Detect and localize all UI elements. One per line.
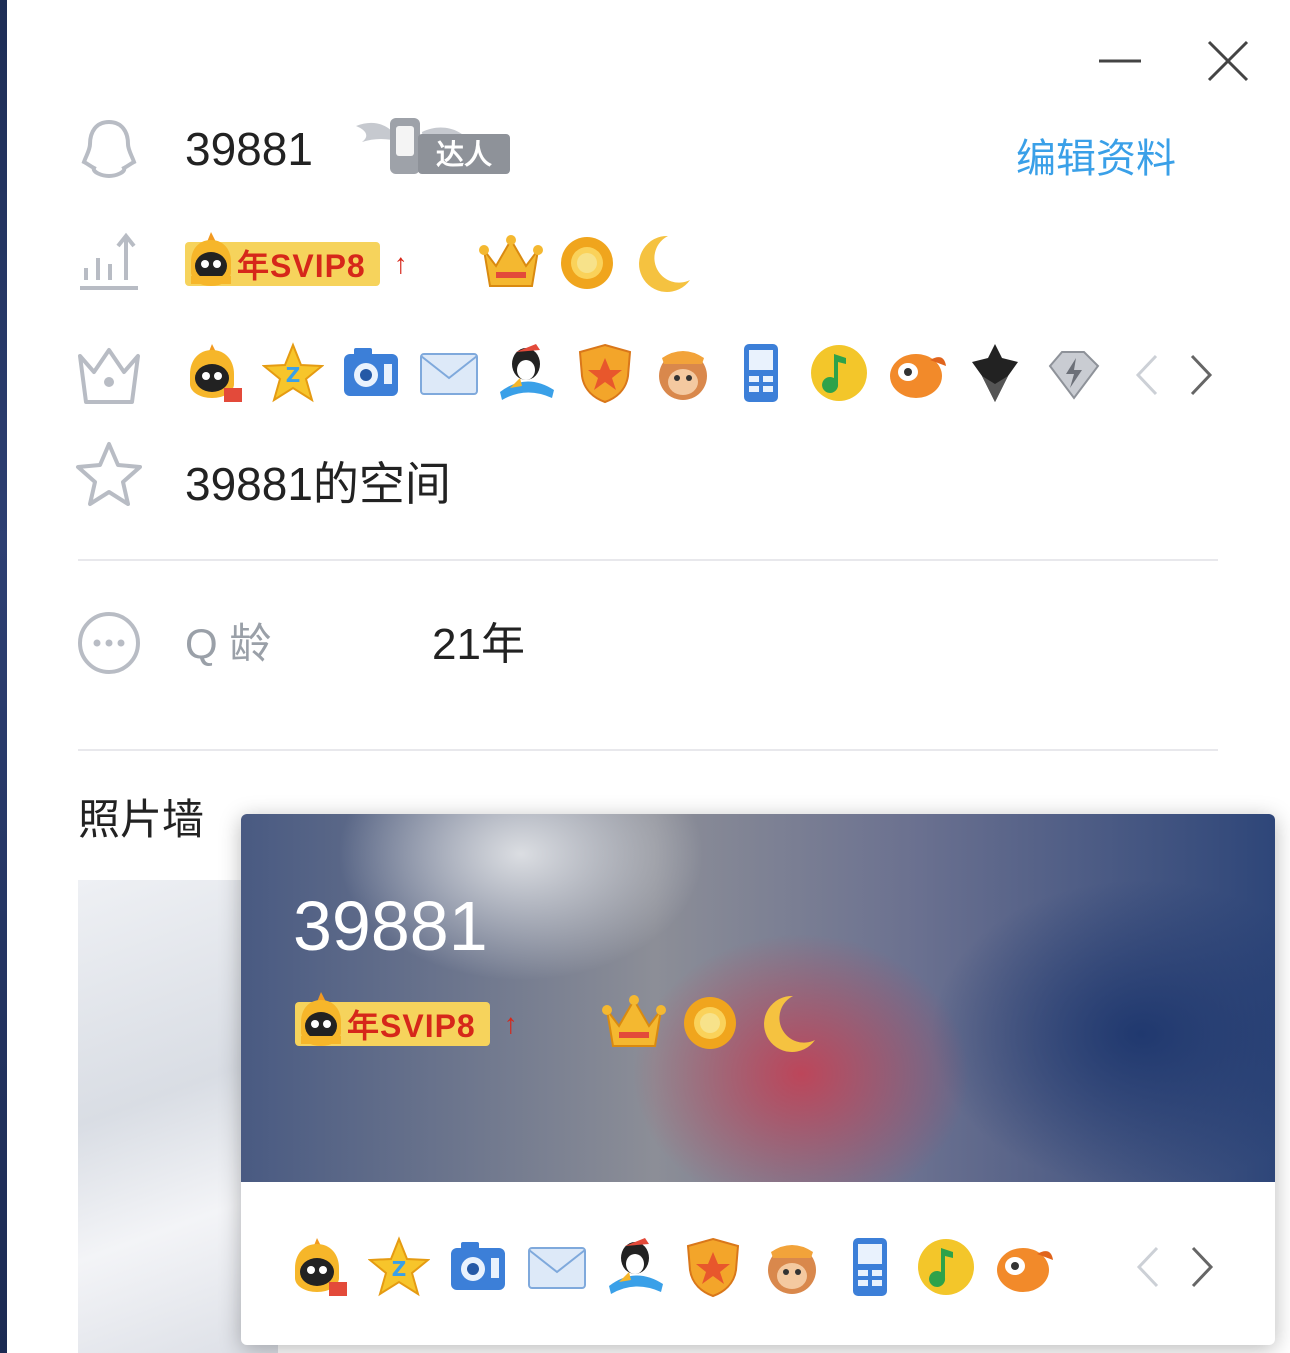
card-music-icon[interactable]: [915, 1236, 977, 1298]
card-mail-icon[interactable]: [526, 1236, 588, 1298]
camera-icon[interactable]: [340, 342, 402, 404]
services-prev-button[interactable]: [1128, 350, 1168, 400]
card-qq-penguin-ski-icon[interactable]: [605, 1236, 667, 1298]
svip-badge[interactable]: 年SVIP8 ↑: [185, 232, 408, 286]
close-icon: [1207, 40, 1249, 82]
card-camera-icon[interactable]: [447, 1236, 509, 1298]
photo-wall-title: 照片墙: [78, 796, 205, 843]
card-svip-badge[interactable]: 年SVIP8 ↑: [295, 992, 518, 1046]
level-chart-icon: [74, 228, 144, 298]
talent-wing-icon: 达人: [356, 118, 510, 174]
divider: [78, 559, 1218, 561]
profile-hover-card: 39881 年SVIP8 ↑ Z: [241, 814, 1275, 1345]
crown-outline-icon: [74, 340, 144, 410]
svg-text:Z: Z: [286, 363, 301, 387]
card-monkey-icon[interactable]: [761, 1236, 823, 1298]
services-next-button[interactable]: [1180, 350, 1220, 400]
sun-icon: [554, 230, 620, 296]
card-services-prev-button[interactable]: [1129, 1242, 1169, 1292]
level-up-arrow-icon: ↑: [503, 1008, 518, 1039]
shield-icon[interactable]: [574, 342, 636, 404]
card-phone-icon[interactable]: [839, 1236, 901, 1298]
card-services-next-button[interactable]: [1181, 1242, 1221, 1292]
level-up-arrow-icon: ↑: [393, 248, 408, 279]
window-left-edge: [0, 0, 7, 1353]
card-sun-icon: [677, 990, 743, 1056]
qq-penguin-outline-icon: [74, 114, 144, 184]
diamond-dark-icon[interactable]: [964, 342, 1026, 404]
phone-icon[interactable]: [730, 342, 792, 404]
card-moon-icon: [753, 990, 819, 1056]
qzone-space-link[interactable]: 39881的空间: [185, 448, 451, 514]
edit-profile-link[interactable]: 编辑资料: [1016, 126, 1176, 184]
card-shield-icon[interactable]: [682, 1236, 744, 1298]
talent-badge: 达人: [352, 112, 512, 180]
music-icon[interactable]: [808, 342, 870, 404]
card-crown-icon: [601, 990, 667, 1056]
chevron-left-icon: [1135, 354, 1158, 396]
vip-penguin-service-icon[interactable]: [184, 342, 246, 404]
vip-penguin-icon: [301, 992, 341, 1046]
crown-icon: [478, 230, 544, 296]
more-circle-icon: [74, 608, 144, 678]
star-outline-icon: [74, 440, 144, 510]
card-vip-penguin-service-icon[interactable]: [289, 1236, 351, 1298]
card-fish-icon[interactable]: [993, 1236, 1055, 1298]
card-qq-number: 39881: [293, 887, 488, 965]
moon-icon: [628, 230, 694, 296]
svg-text:达人: 达人: [436, 138, 492, 171]
close-button[interactable]: [1203, 36, 1253, 86]
minimize-button[interactable]: [1095, 36, 1145, 86]
divider: [78, 749, 1218, 751]
card-qzone-star-icon[interactable]: Z: [367, 1236, 431, 1298]
monkey-icon[interactable]: [652, 342, 714, 404]
qage-value: 21年: [432, 620, 525, 669]
qq-penguin-ski-icon[interactable]: [496, 342, 558, 404]
vip-penguin-icon: [191, 232, 231, 286]
diamond-silver-icon[interactable]: [1042, 342, 1104, 404]
qzone-star-icon[interactable]: Z: [261, 342, 325, 404]
chevron-left-icon: [1136, 1246, 1159, 1288]
chevron-right-icon: [1191, 1246, 1214, 1288]
qage-label: Q 龄: [185, 620, 272, 667]
mail-icon[interactable]: [418, 342, 480, 404]
svg-text:Z: Z: [392, 1257, 407, 1281]
qq-number: 39881: [185, 123, 313, 175]
chevron-right-icon: [1190, 354, 1213, 396]
minimize-icon: [1099, 59, 1141, 63]
fish-icon[interactable]: [886, 342, 948, 404]
